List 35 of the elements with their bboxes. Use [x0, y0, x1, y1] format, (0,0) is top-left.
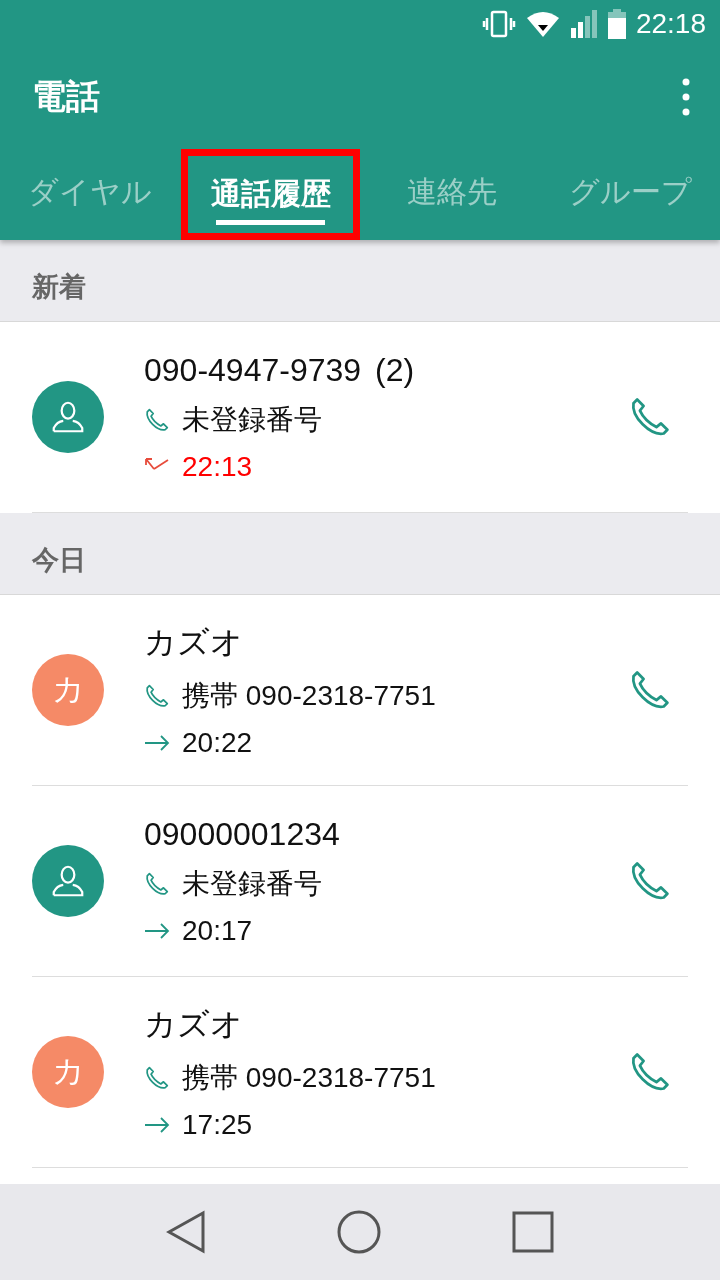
section-header: 新着 [0, 240, 720, 322]
status-time: 22:18 [635, 8, 706, 40]
phone-icon [144, 1065, 170, 1091]
contact-avatar: カ [32, 1036, 104, 1108]
tab[interactable]: グループ [541, 145, 720, 240]
caller-name: 09000001234 [144, 815, 340, 853]
call-count: (2) [375, 351, 415, 389]
tab[interactable]: 通話履歴 [181, 149, 360, 240]
caller-name: カズオ [144, 623, 243, 662]
more-options-icon[interactable] [682, 77, 690, 116]
call-detail: 未登録番号 [182, 866, 322, 901]
call-time: 20:17 [182, 914, 253, 947]
signal-icon [569, 10, 598, 38]
section-header: 今日 [0, 513, 720, 595]
caller-name: 090-4947-9739 [144, 351, 362, 389]
call-detail: 携帯 090-2318-7751 [182, 679, 436, 713]
call-detail: 未登録番号 [182, 402, 322, 437]
vibrate-icon [481, 9, 516, 39]
home-icon[interactable] [337, 1210, 381, 1254]
back-icon[interactable] [165, 1210, 206, 1254]
tab[interactable]: ダイヤル [0, 145, 179, 240]
phone-icon [144, 683, 170, 709]
phone-icon [144, 406, 170, 433]
call-time: 22:13 [182, 450, 253, 483]
battery-icon [607, 9, 626, 39]
wifi-icon [525, 10, 560, 38]
caller-name: カズオ [144, 1005, 243, 1044]
call-time: 17:25 [182, 1109, 253, 1141]
app-title: 電話 [32, 74, 100, 118]
tab[interactable]: 連絡先 [362, 145, 541, 240]
call-detail: 携帯 090-2318-7751 [182, 1061, 436, 1095]
call-time: 20:22 [182, 727, 253, 759]
recents-icon[interactable] [512, 1211, 555, 1253]
phone-icon [144, 870, 170, 897]
contact-avatar: カ [32, 654, 104, 726]
